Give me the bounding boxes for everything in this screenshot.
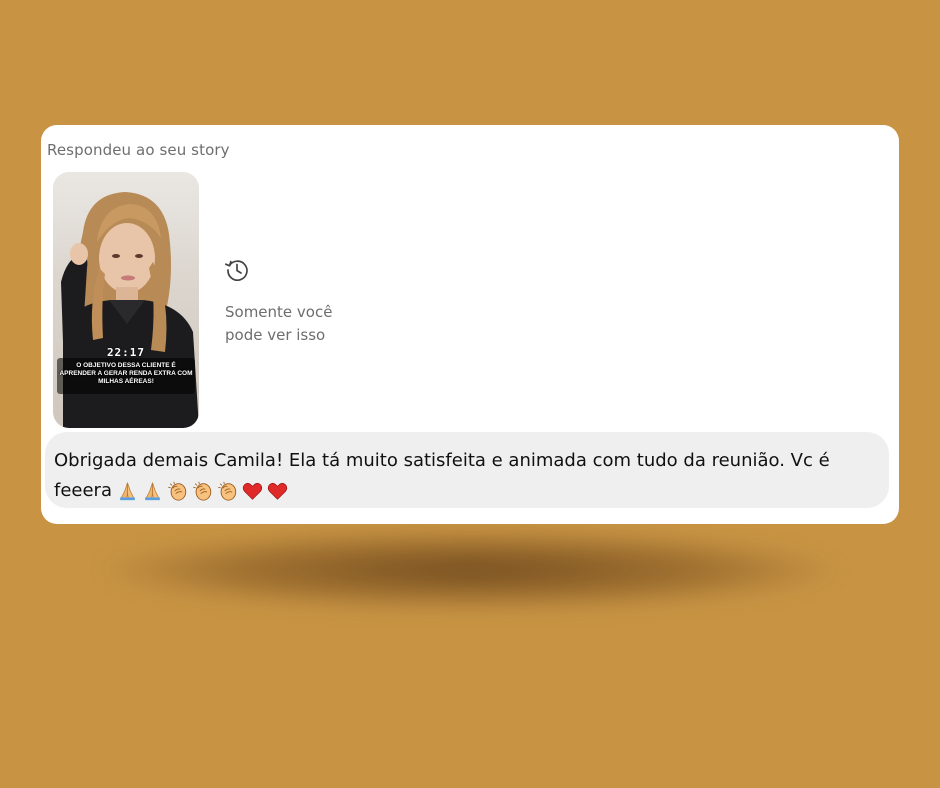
message-bubble[interactable]: Obrigada demais Camila! Ela tá muito sat…	[45, 432, 889, 508]
story-reply-label: Respondeu ao seu story	[47, 141, 230, 159]
story-photo	[57, 192, 199, 428]
message-text-container: Obrigada demais Camila! Ela tá muito sat…	[54, 446, 884, 506]
card-shadow	[100, 530, 840, 610]
dm-message-card: Respondeu ao seu story 22:17 O OBJETIVO …	[41, 125, 899, 524]
ephemeral-notice: Somente você pode ver isso	[225, 301, 385, 347]
clapping-hands-icon	[193, 481, 212, 501]
ephemeral-line-2: pode ver isso	[225, 326, 326, 344]
history-clock-icon	[223, 256, 251, 284]
story-thumbnail[interactable]: 22:17 O objetivo dessa cliente é aprende…	[53, 172, 199, 428]
red-heart-icon	[267, 482, 288, 500]
story-caption: O objetivo dessa cliente é aprender a ge…	[59, 362, 193, 385]
folded-hands-icon	[120, 482, 135, 501]
folded-hands-icon	[145, 482, 160, 501]
emoji-row	[116, 476, 291, 506]
story-time-overlay: 22:17	[106, 346, 146, 359]
clapping-hands-icon	[218, 481, 237, 501]
red-heart-icon	[242, 482, 263, 500]
ephemeral-line-1: Somente você	[225, 303, 333, 321]
clapping-hands-icon	[168, 481, 187, 501]
